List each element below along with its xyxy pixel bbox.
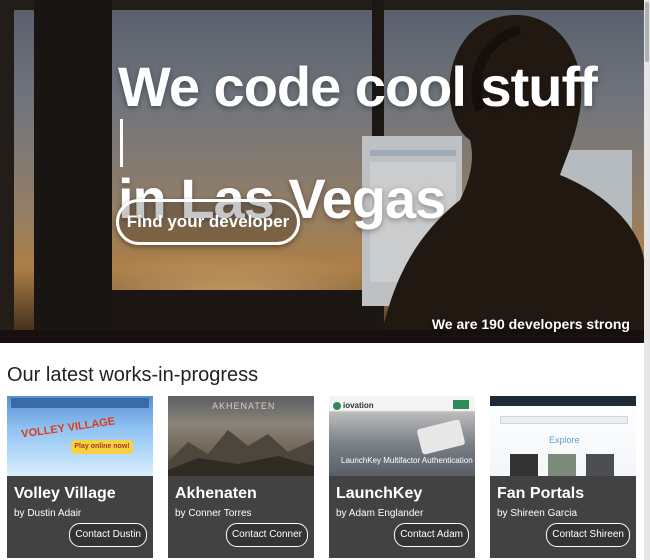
thumb-tile xyxy=(510,454,538,476)
find-developer-button[interactable]: Find your developer xyxy=(116,199,300,245)
contact-button[interactable]: Contact Shireen xyxy=(546,523,630,547)
thumb-caption: LaunchKey Multifactor Authentication xyxy=(341,456,473,465)
project-thumbnail: VOLLEY VILLAGE Play online now! xyxy=(7,396,153,476)
thumb-search-bar xyxy=(500,416,628,424)
typing-cursor xyxy=(120,119,123,167)
thumb-heading: Explore xyxy=(549,435,580,445)
scrollbar-thumb[interactable] xyxy=(645,2,649,62)
thumb-play-badge: Play online now! xyxy=(71,440,133,454)
project-thumbnail: iovation LaunchKey Multifactor Authentic… xyxy=(329,396,475,476)
page-scrollbar[interactable] xyxy=(644,0,650,560)
project-name: Akhenaten xyxy=(175,485,257,502)
project-name: Volley Village xyxy=(14,485,116,502)
works-card-list: VOLLEY VILLAGE Play online now! Volley V… xyxy=(7,396,637,560)
project-author: by Shireen Garcia xyxy=(497,508,578,519)
hero-banner: We code cool stuff in Las Vegas Find you… xyxy=(0,0,644,343)
phone-image xyxy=(416,419,466,455)
thumb-top-bar xyxy=(490,396,636,406)
project-card-akhenaten[interactable]: AKHENATEN Akhenaten by Conner Torres Con… xyxy=(168,396,314,558)
project-thumbnail: Explore xyxy=(490,396,636,476)
thumb-top-bar xyxy=(11,398,149,408)
project-card-fan-portals[interactable]: Explore Fan Portals by Shireen Garcia Co… xyxy=(490,396,636,558)
thumb-tile xyxy=(586,454,614,476)
project-author: by Dustin Adair xyxy=(14,508,82,519)
project-author: by Adam Englander xyxy=(336,508,424,519)
brand-logo-icon xyxy=(333,402,341,410)
contact-button[interactable]: Contact Dustin xyxy=(69,523,147,547)
thumb-tile xyxy=(548,454,576,476)
thumb-brand: iovation xyxy=(343,401,374,410)
project-author: by Conner Torres xyxy=(175,508,252,519)
works-section-title: Our latest works-in-progress xyxy=(7,364,259,386)
thumb-logo: AKHENATEN xyxy=(212,401,276,411)
headline-line-1: We code cool stuff xyxy=(118,55,598,118)
contact-button[interactable]: Contact Adam xyxy=(394,523,469,547)
thumb-logo: VOLLEY VILLAGE xyxy=(20,415,116,441)
project-name: Fan Portals xyxy=(497,485,585,502)
thumb-scene xyxy=(168,430,314,476)
project-card-volley-village[interactable]: VOLLEY VILLAGE Play online now! Volley V… xyxy=(7,396,153,558)
project-name: LaunchKey xyxy=(336,485,423,502)
thumb-nav-button xyxy=(453,400,469,409)
project-thumbnail: AKHENATEN xyxy=(168,396,314,476)
developer-count-tagline: We are 190 developers strong xyxy=(431,316,630,332)
project-card-launchkey[interactable]: iovation LaunchKey Multifactor Authentic… xyxy=(329,396,475,558)
contact-button[interactable]: Contact Conner xyxy=(225,523,308,547)
